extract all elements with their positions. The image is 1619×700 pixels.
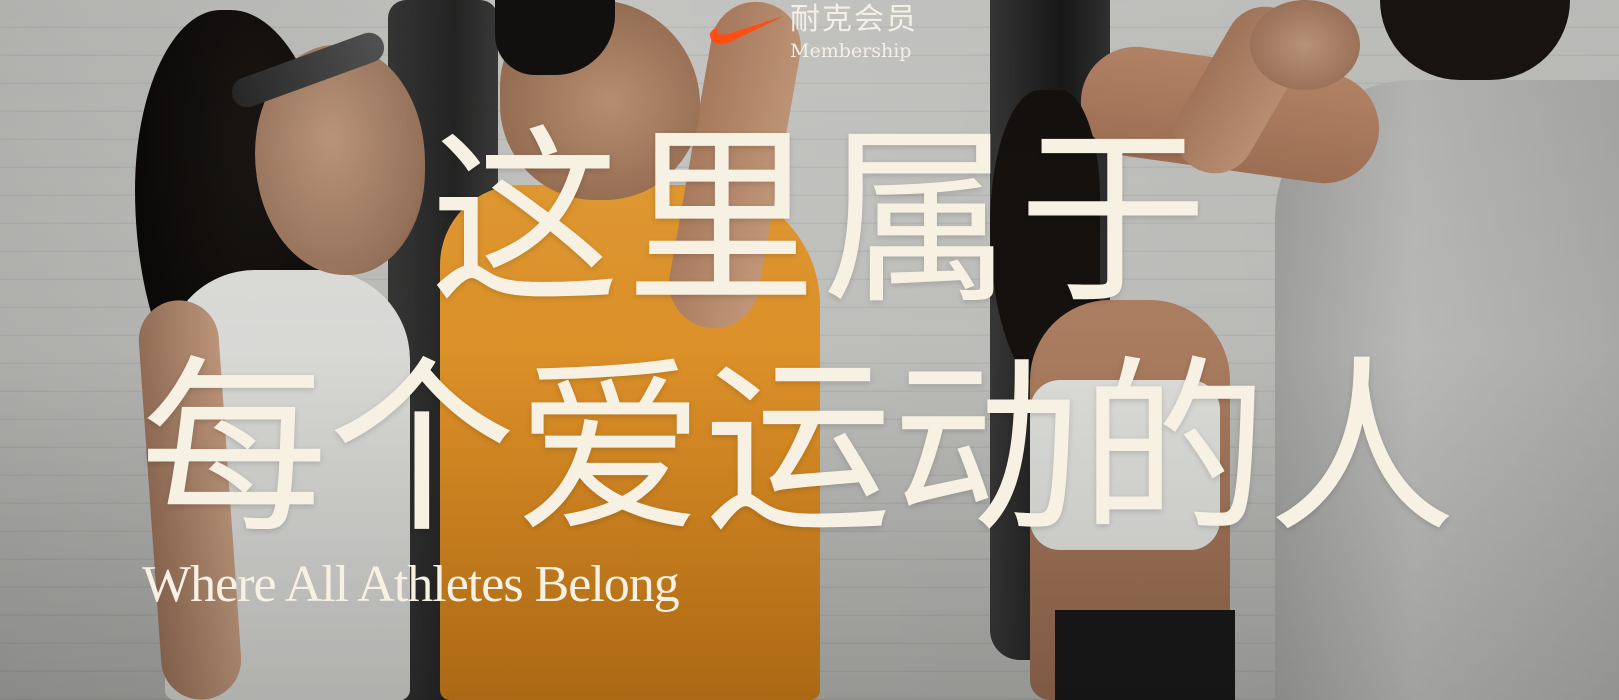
brand-name-zh: 耐克会员 bbox=[790, 2, 918, 37]
hero-overlay bbox=[0, 0, 1619, 700]
hero-banner: 耐克会员 Membership 这里属于 每个爱运动的人 Where All A… bbox=[0, 0, 1619, 700]
swoosh-icon bbox=[709, 16, 784, 45]
brand-name-en: Membership bbox=[790, 40, 912, 62]
brand-text: 耐克会员 Membership bbox=[790, 2, 918, 62]
membership-logo[interactable]: 耐克会员 Membership bbox=[708, 2, 918, 62]
